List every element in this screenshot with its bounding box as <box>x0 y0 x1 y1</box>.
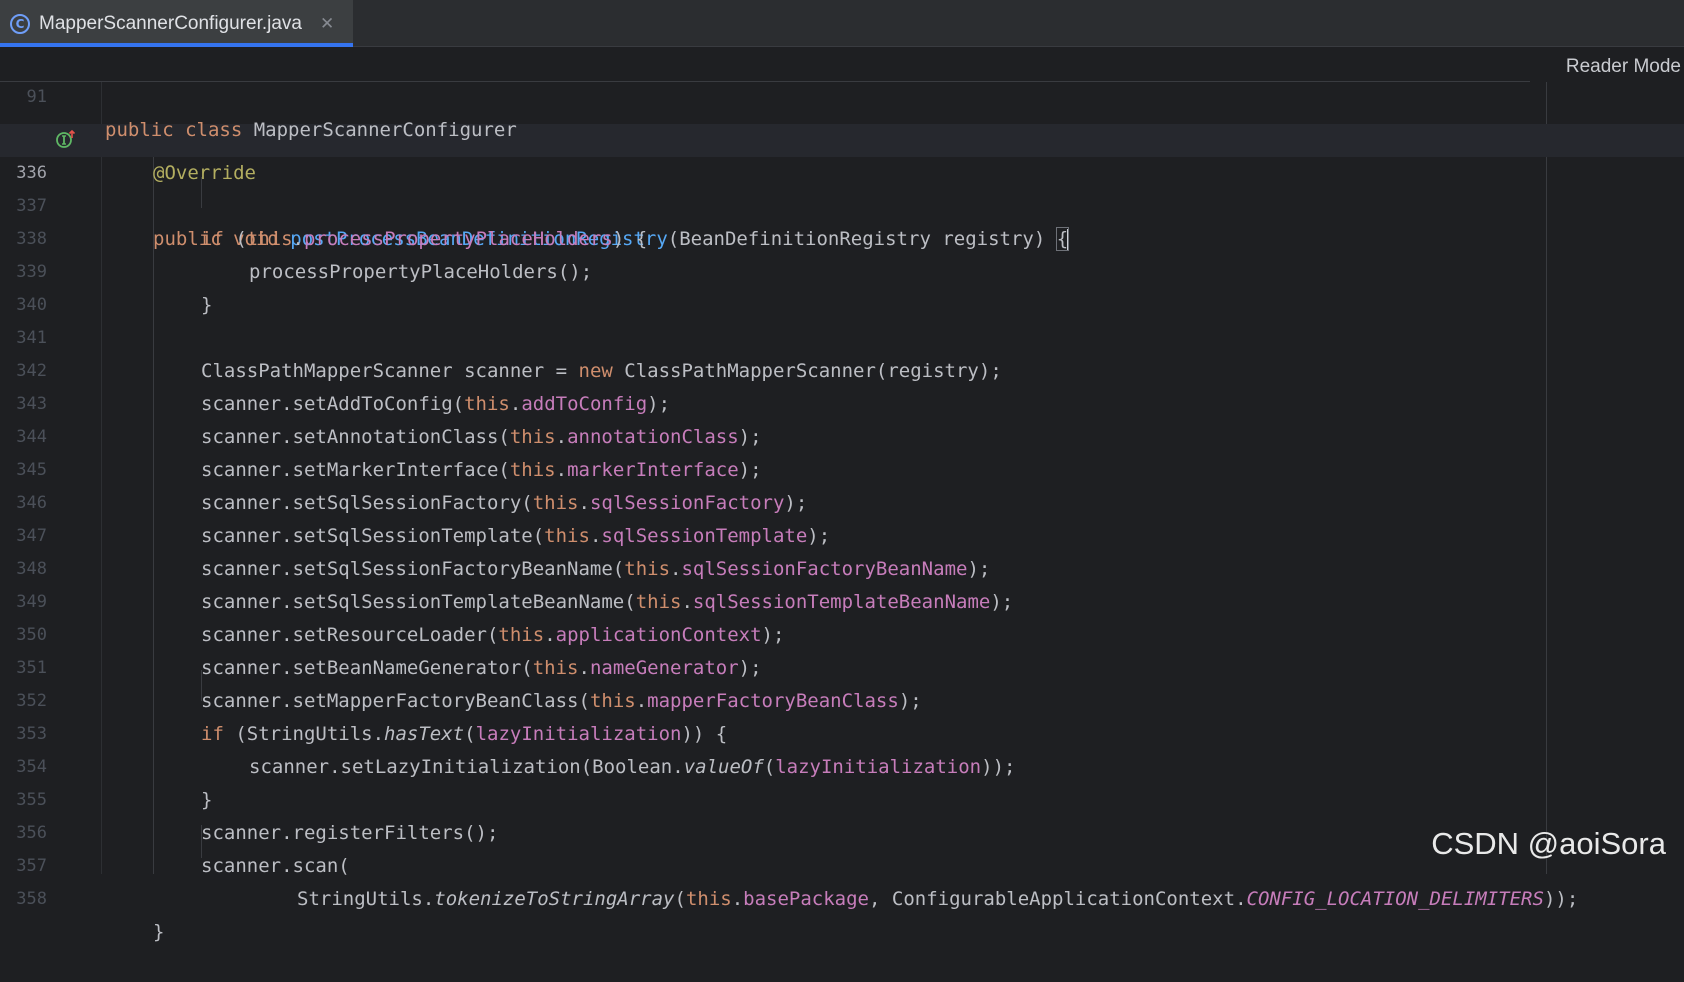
reader-mode-button[interactable]: Reader Mode <box>1566 56 1681 78</box>
code-line: 349 scanner.setResourceLoader(this.appli… <box>0 553 1684 586</box>
tab-title: MapperScannerConfigurer.java <box>39 13 302 35</box>
sticky-scroll-header[interactable]: 91 public class MapperScannerConfigurer <box>0 48 1530 82</box>
code-line: 346 scanner.setSqlSessionTemplate(this.s… <box>0 454 1684 487</box>
tab-mapper-scanner-configurer[interactable]: C MapperScannerConfigurer.java ✕ <box>0 0 353 47</box>
code-line: 341 ClassPathMapperScanner scanner = new… <box>0 289 1684 322</box>
watermark: CSDN @aoiSora <box>1431 826 1666 862</box>
code-editor[interactable]: 335 @Override 336 public void postProces… <box>0 48 1684 874</box>
code-line: 347 scanner.setSqlSessionFactoryBeanName… <box>0 487 1684 520</box>
code-line: 340 <box>0 256 1684 289</box>
code-line: 338 processPropertyPlaceHolders(); <box>0 190 1684 223</box>
code-line: 345 scanner.setSqlSessionFactory(this.sq… <box>0 421 1684 454</box>
line-number: 91 <box>0 81 47 114</box>
code-line: 339 } <box>0 223 1684 256</box>
code-line: 356 scanner.scan( <box>0 784 1684 817</box>
code-line: 353 scanner.setLazyInitialization(Boolea… <box>0 685 1684 718</box>
code-line: 348 scanner.setSqlSessionTemplateBeanNam… <box>0 520 1684 553</box>
active-tab-indicator <box>0 43 353 47</box>
close-icon[interactable]: ✕ <box>320 14 334 34</box>
code-line: 354 } <box>0 718 1684 751</box>
code-line: 355 scanner.registerFilters(); <box>0 751 1684 784</box>
code-text: } <box>153 916 164 949</box>
code-line: 351 scanner.setMapperFactoryBeanClass(th… <box>0 619 1684 652</box>
line-number: 358 <box>0 883 47 916</box>
editor-tab-bar: C MapperScannerConfigurer.java ✕ <box>0 0 1684 47</box>
code-line: 352 if (StringUtils.hasText(lazyInitiali… <box>0 652 1684 685</box>
sticky-header-code: public class MapperScannerConfigurer <box>105 114 517 147</box>
implements-method-icon[interactable] <box>56 129 76 149</box>
code-line: 350 scanner.setBeanNameGenerator(this.na… <box>0 586 1684 619</box>
code-line: 344 scanner.setMarkerInterface(this.mark… <box>0 388 1684 421</box>
code-line: 342 scanner.setAddToConfig(this.addToCon… <box>0 322 1684 355</box>
code-text: StringUtils.tokenizeToStringArray(this.b… <box>297 883 1578 916</box>
code-line: 337 if (this.processPropertyPlaceHolders… <box>0 157 1684 190</box>
code-line: 343 scanner.setAnnotationClass(this.anno… <box>0 355 1684 388</box>
class-icon: C <box>10 14 30 34</box>
